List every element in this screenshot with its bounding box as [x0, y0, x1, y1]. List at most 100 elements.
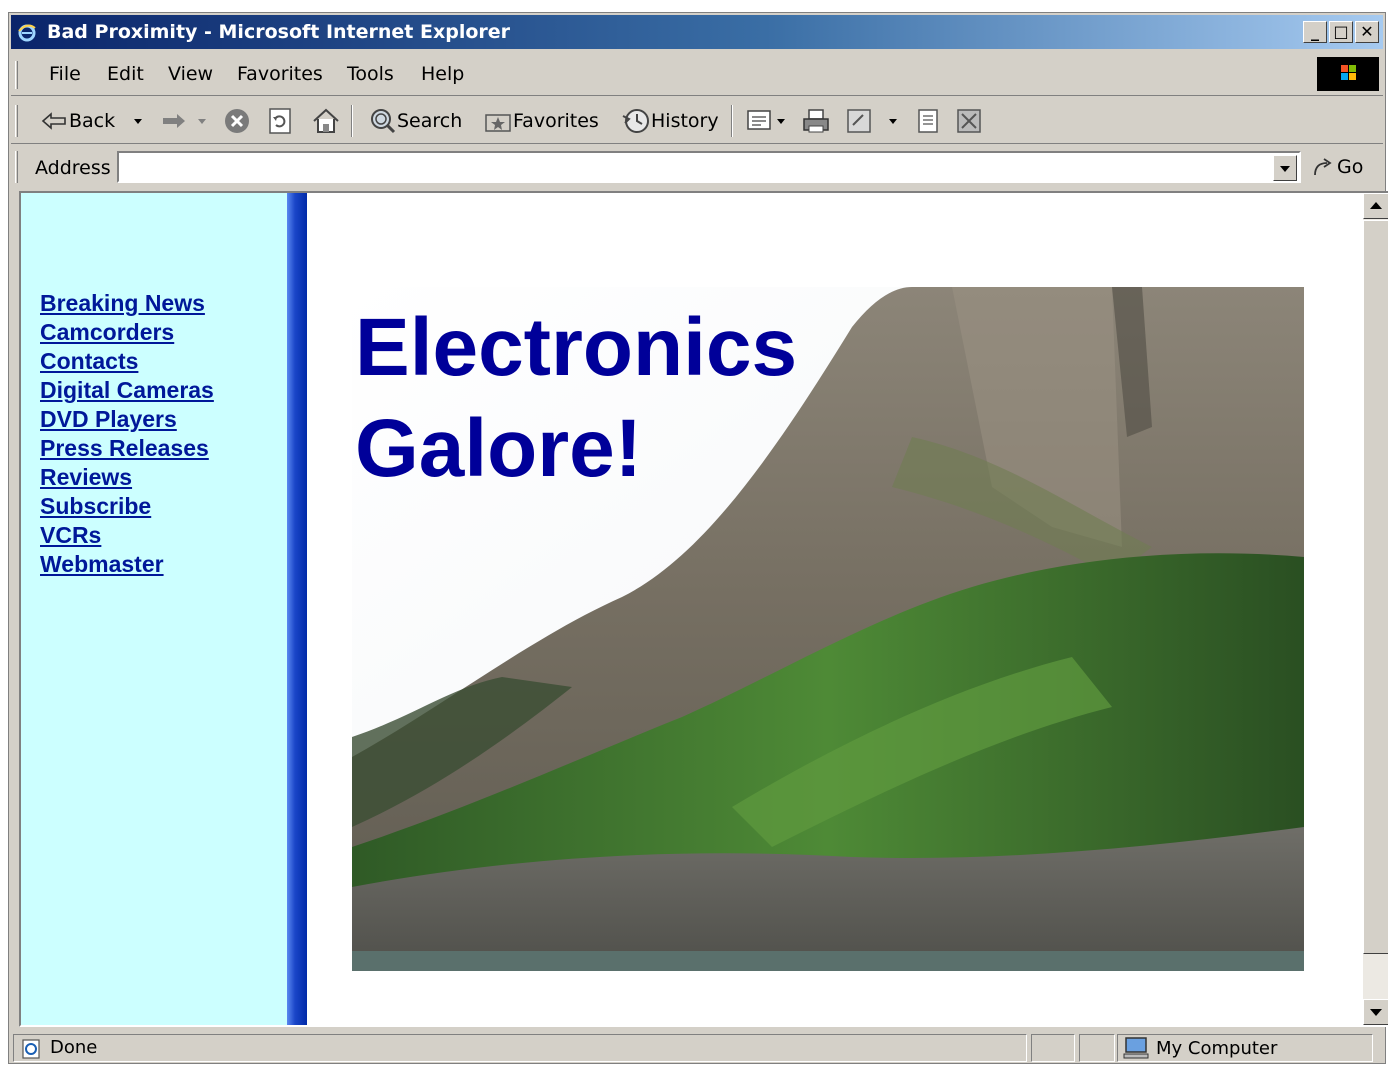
- chevron-down-icon: [134, 119, 142, 124]
- stop-button[interactable]: [223, 106, 251, 136]
- nav-link-digital-cameras[interactable]: Digital Cameras: [40, 377, 214, 403]
- menu-help[interactable]: Help: [421, 63, 464, 85]
- close-button[interactable]: ✕: [1355, 21, 1379, 43]
- address-grip[interactable]: [15, 151, 18, 183]
- status-pane-main: Done: [13, 1034, 1027, 1062]
- minimize-button[interactable]: _: [1303, 21, 1327, 43]
- edit-icon: [847, 109, 897, 133]
- nav-item: Digital Cameras: [40, 376, 214, 405]
- history-label: History: [651, 110, 719, 132]
- zone-label: My Computer: [1156, 1037, 1278, 1059]
- standard-toolbar: Back Search Favorites History: [11, 99, 1383, 144]
- favorites-label: Favorites: [513, 110, 599, 132]
- stop-icon: [225, 109, 249, 133]
- status-text: Done: [50, 1037, 98, 1058]
- nav-link-dvd-players[interactable]: DVD Players: [40, 406, 177, 432]
- mail-button[interactable]: [745, 106, 787, 136]
- title-bar[interactable]: Bad Proximity - Microsoft Internet Explo…: [11, 15, 1383, 49]
- browser-window: Bad Proximity - Microsoft Internet Explo…: [8, 12, 1388, 1064]
- back-arrow-icon: [41, 112, 66, 130]
- messenger-button[interactable]: [955, 106, 983, 136]
- nav-link-webmaster[interactable]: Webmaster: [40, 551, 164, 577]
- home-button[interactable]: [311, 106, 341, 136]
- scroll-up-button[interactable]: [1363, 193, 1388, 219]
- history-button[interactable]: History: [621, 106, 719, 136]
- headline-line-2: Galore!: [355, 403, 643, 494]
- sidebar-divider: [287, 193, 307, 1025]
- address-bar: Address Go: [11, 147, 1383, 187]
- status-pane-progress: [1031, 1034, 1075, 1062]
- maximize-button[interactable]: □: [1329, 21, 1353, 43]
- history-icon: [622, 109, 649, 133]
- nav-link-camcorders[interactable]: Camcorders: [40, 319, 174, 345]
- nav-link-subscribe[interactable]: Subscribe: [40, 493, 151, 519]
- search-label: Search: [397, 110, 463, 132]
- forward-dropdown[interactable]: [197, 106, 207, 136]
- nav-link-press-releases[interactable]: Press Releases: [40, 435, 209, 461]
- nav-item: Press Releases: [40, 434, 214, 463]
- refresh-button[interactable]: [267, 106, 293, 136]
- back-dropdown[interactable]: [133, 106, 143, 136]
- forward-arrow-icon: [163, 114, 185, 128]
- maximize-icon: □: [1333, 22, 1349, 41]
- nav-link-vcrs[interactable]: VCRs: [40, 522, 101, 548]
- toolbar-separator: [731, 105, 733, 137]
- menu-edit[interactable]: Edit: [107, 63, 144, 85]
- menu-grip[interactable]: [15, 61, 18, 89]
- page-icon: [22, 1039, 40, 1059]
- arrow-up-icon: [1370, 202, 1382, 209]
- scroll-thumb[interactable]: [1363, 220, 1388, 954]
- mail-icon: [747, 110, 785, 130]
- nav-item: Reviews: [40, 463, 214, 492]
- menu-favorites[interactable]: Favorites: [237, 63, 323, 85]
- discuss-icon: [918, 109, 938, 133]
- discuss-button[interactable]: [915, 106, 941, 136]
- address-label: Address: [35, 157, 111, 179]
- page-headline: Electronics Galore!: [355, 297, 797, 499]
- go-button[interactable]: Go: [1311, 155, 1363, 179]
- go-label: Go: [1337, 156, 1364, 178]
- nav-link-breaking-news[interactable]: Breaking News: [40, 290, 205, 316]
- scroll-down-button[interactable]: [1363, 999, 1388, 1025]
- search-icon: [371, 109, 396, 134]
- nav-link-reviews[interactable]: Reviews: [40, 464, 132, 490]
- nav-item: Subscribe: [40, 492, 214, 521]
- nav-item: VCRs: [40, 521, 214, 550]
- menu-file[interactable]: File: [49, 63, 81, 85]
- messenger-icon: [957, 109, 981, 133]
- arrow-down-icon: [1370, 1009, 1382, 1016]
- status-pane-zone: My Computer: [1117, 1034, 1373, 1062]
- headline-line-1: Electronics: [355, 302, 798, 393]
- favorites-icon: [485, 114, 511, 132]
- edit-button[interactable]: [845, 106, 905, 136]
- favorites-button[interactable]: Favorites: [483, 106, 599, 136]
- back-label: Back: [69, 110, 116, 132]
- chevron-down-icon: [1280, 166, 1290, 172]
- menu-tools[interactable]: Tools: [347, 63, 394, 85]
- forward-button[interactable]: [159, 106, 187, 136]
- address-dropdown-button[interactable]: [1273, 155, 1297, 181]
- print-button[interactable]: [801, 106, 831, 136]
- go-arrow-icon: [1314, 158, 1332, 176]
- refresh-icon: [269, 108, 291, 134]
- status-bar: Done My Computer: [11, 1031, 1383, 1063]
- menu-view[interactable]: View: [168, 63, 213, 85]
- home-icon: [313, 108, 339, 133]
- window-title: Bad Proximity - Microsoft Internet Explo…: [47, 21, 511, 43]
- nav-list: Breaking News Camcorders Contacts Digita…: [40, 289, 214, 579]
- search-button[interactable]: Search: [367, 106, 462, 136]
- zone-indicator: My Computer: [1122, 1036, 1277, 1060]
- nav-item: DVD Players: [40, 405, 214, 434]
- print-icon: [803, 109, 829, 133]
- address-input[interactable]: [117, 151, 1301, 183]
- back-button[interactable]: Back: [41, 106, 115, 136]
- chevron-down-icon: [198, 119, 206, 124]
- page-viewport: Breaking News Camcorders Contacts Digita…: [19, 191, 1388, 1027]
- nav-link-contacts[interactable]: Contacts: [40, 348, 138, 374]
- vertical-scrollbar[interactable]: [1363, 193, 1388, 1025]
- menu-bar: File Edit View Favorites Tools Help: [11, 55, 1383, 96]
- toolbar-grip[interactable]: [15, 105, 18, 137]
- nav-item: Webmaster: [40, 550, 214, 579]
- computer-icon: [1123, 1037, 1149, 1059]
- status-pane-security: [1079, 1034, 1115, 1062]
